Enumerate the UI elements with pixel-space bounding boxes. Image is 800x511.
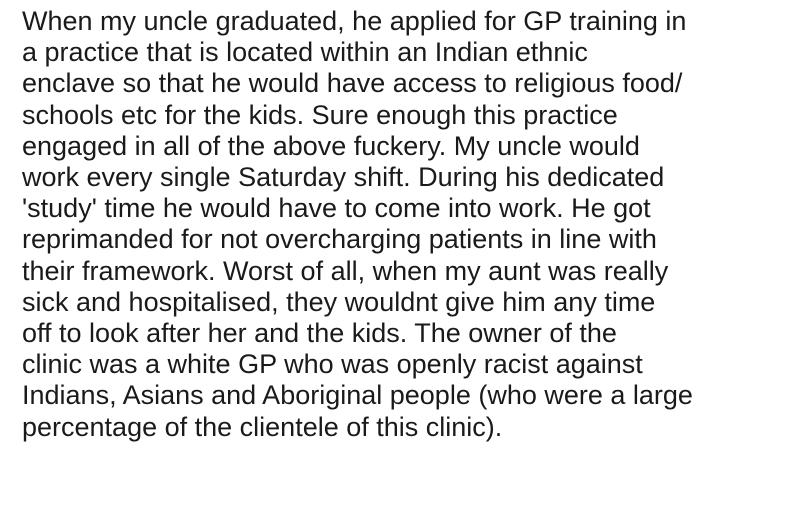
post-text-line: their framework. Worst of all, when my a… bbox=[22, 255, 669, 286]
post-text-line: engaged in all of the above fuckery. My … bbox=[22, 130, 640, 161]
post-text-line: schools etc for the kids. Sure enough th… bbox=[22, 99, 618, 130]
post-text-line: percentage of the clientele of this clin… bbox=[22, 411, 503, 442]
post-text-line: sick and hospitalised, they wouldnt give… bbox=[22, 286, 656, 317]
post-text: When my uncle graduated, he applied for … bbox=[22, 6, 792, 443]
post-text-line: clinic was a white GP who was openly rac… bbox=[22, 349, 643, 380]
post-text-line: Indians, Asians and Aboriginal people (w… bbox=[22, 380, 693, 411]
post-text-line: reprimanded for not overcharging patient… bbox=[22, 224, 657, 255]
post-text-line: When my uncle graduated, he applied for … bbox=[22, 6, 687, 36]
post-text-line: off to look after her and the kids. The … bbox=[22, 318, 617, 349]
post-text-line: a practice that is located within an Ind… bbox=[22, 37, 588, 68]
post-text-line: 'study' time he would have to come into … bbox=[22, 193, 651, 224]
post-text-line: work every single Saturday shift. During… bbox=[22, 162, 665, 193]
post-text-line: enclave so that he would have access to … bbox=[22, 68, 683, 99]
